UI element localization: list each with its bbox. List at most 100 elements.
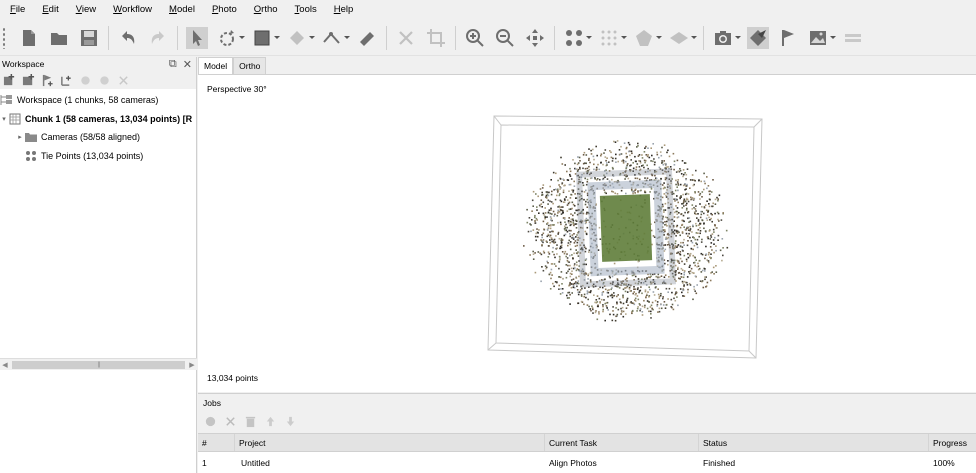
- zoom-in-icon[interactable]: [464, 27, 486, 49]
- delete-icon[interactable]: [395, 27, 417, 49]
- pointer-icon[interactable]: [186, 26, 208, 49]
- cancel-job-icon[interactable]: [223, 414, 237, 428]
- column-number[interactable]: #: [198, 434, 235, 451]
- move-up-icon[interactable]: [263, 414, 277, 428]
- rectangle-select-icon[interactable]: [251, 27, 273, 49]
- camera-icon[interactable]: [712, 27, 734, 49]
- polyline-dropdown[interactable]: [344, 27, 350, 49]
- workspace-panel-header: Workspace ⧉ ✕: [0, 57, 196, 71]
- tree-item-cameras[interactable]: ▸ Cameras (58/58 aligned): [0, 128, 196, 147]
- table-row[interactable]: 1 Untitled Align Photos Finished 100%: [198, 452, 976, 473]
- points-icon[interactable]: [563, 27, 585, 49]
- float-panel-icon[interactable]: ⧉: [169, 58, 177, 71]
- job-progress: 100%: [933, 457, 955, 468]
- close-panel-icon[interactable]: ✕: [183, 58, 192, 71]
- jobs-panel: Jobs # Project Current Task Status Progr…: [198, 393, 976, 473]
- chevron-right-icon[interactable]: ▸: [16, 133, 24, 141]
- jobs-panel-title: Jobs: [203, 397, 221, 408]
- tree-item-tie-points[interactable]: Tie Points (13,034 points): [0, 147, 196, 166]
- rotate-select-icon[interactable]: [216, 27, 238, 49]
- add-photos-icon[interactable]: [21, 73, 35, 87]
- tab-ortho[interactable]: Ortho: [233, 57, 267, 74]
- shape-dropdown[interactable]: [309, 27, 315, 49]
- point-cloud-scene: [487, 115, 763, 359]
- tree-item-workspace[interactable]: Workspace (1 chunks, 58 cameras): [0, 91, 196, 110]
- camera-dropdown[interactable]: [735, 27, 741, 49]
- menu-edit[interactable]: Edit: [42, 4, 58, 15]
- column-current-task[interactable]: Current Task: [545, 434, 699, 451]
- ruler-icon[interactable]: [356, 27, 378, 49]
- tree-item-chunk[interactable]: ▾ Chunk 1 (58 cameras, 13,034 points) [R: [0, 110, 196, 129]
- add-chunk-icon[interactable]: [2, 73, 16, 87]
- menu-help[interactable]: Help: [334, 4, 354, 15]
- toolbar-separator: [455, 25, 456, 50]
- main-toolbar: [0, 20, 976, 56]
- toolbar-separator: [703, 25, 704, 50]
- image-dropdown[interactable]: [830, 27, 836, 49]
- disable-icon[interactable]: [97, 73, 111, 87]
- folder-icon: [24, 131, 38, 143]
- menu-ortho[interactable]: Ortho: [254, 4, 278, 15]
- add-scalebar-icon[interactable]: [59, 73, 73, 87]
- textured-mesh-icon[interactable]: [668, 27, 690, 49]
- chevron-down-icon[interactable]: ▾: [0, 115, 8, 123]
- shape-icon[interactable]: [286, 27, 308, 49]
- mesh-icon[interactable]: [633, 27, 655, 49]
- view-tabs: Model Ortho: [198, 57, 976, 74]
- menu-file[interactable]: File: [10, 4, 25, 15]
- menu-view[interactable]: View: [76, 4, 96, 15]
- move-down-icon[interactable]: [283, 414, 297, 428]
- undo-icon[interactable]: [117, 27, 139, 49]
- layers-icon[interactable]: [842, 27, 864, 49]
- save-icon[interactable]: [78, 27, 100, 49]
- tab-model[interactable]: Model: [198, 57, 234, 74]
- flag-icon[interactable]: [777, 27, 799, 49]
- move-icon[interactable]: [524, 27, 546, 49]
- trash-icon[interactable]: [243, 414, 257, 428]
- points-dropdown[interactable]: [586, 27, 592, 49]
- toolbar-separator: [554, 25, 555, 50]
- tree-item-workspace-label: Workspace (1 chunks, 58 cameras): [17, 95, 159, 106]
- column-progress[interactable]: Progress: [929, 434, 976, 451]
- scroll-left-icon[interactable]: ◀: [0, 361, 10, 369]
- workspace-panel-title: Workspace: [2, 59, 45, 69]
- job-number: 1: [202, 457, 207, 468]
- menu-photo[interactable]: Photo: [212, 4, 237, 15]
- jobs-table: # Project Current Task Status Progress 1…: [198, 433, 976, 473]
- rectangle-select-dropdown[interactable]: [274, 27, 280, 49]
- menu-workflow[interactable]: Workflow: [113, 4, 152, 15]
- dense-points-dropdown[interactable]: [621, 27, 627, 49]
- show-cameras-icon[interactable]: [747, 26, 769, 49]
- workspace-toolbar: [0, 71, 196, 89]
- remove-icon[interactable]: [116, 73, 130, 87]
- polyline-icon[interactable]: [321, 27, 343, 49]
- crop-icon[interactable]: [425, 27, 447, 49]
- dense-points-icon[interactable]: [598, 27, 620, 49]
- enable-icon[interactable]: [78, 73, 92, 87]
- menu-tools[interactable]: Tools: [295, 4, 317, 15]
- scroll-right-icon[interactable]: ▶: [187, 361, 197, 369]
- stadium-field: [576, 168, 676, 288]
- new-document-icon[interactable]: [18, 27, 40, 49]
- projection-label: Perspective 30°: [207, 84, 267, 94]
- image-icon[interactable]: [807, 27, 829, 49]
- tree-item-cameras-label: Cameras (58/58 aligned): [41, 132, 141, 143]
- zoom-out-icon[interactable]: [494, 27, 516, 49]
- menu-model[interactable]: Model: [169, 4, 195, 15]
- workspace-horizontal-scrollbar[interactable]: ◀ ▶: [0, 358, 197, 370]
- rotate-select-dropdown[interactable]: [239, 27, 245, 49]
- textured-mesh-dropdown[interactable]: [691, 27, 697, 49]
- column-project[interactable]: Project: [235, 434, 545, 451]
- chunk-icon: [8, 113, 22, 125]
- mesh-dropdown[interactable]: [656, 27, 662, 49]
- redo-icon[interactable]: [147, 27, 169, 49]
- toolbar-grip[interactable]: [2, 26, 6, 49]
- open-folder-icon[interactable]: [48, 27, 70, 49]
- workspace-tree: Workspace (1 chunks, 58 cameras) ▾ Chunk…: [0, 89, 196, 165]
- model-viewport[interactable]: Perspective 30° 13,034 points: [198, 74, 976, 392]
- scrollbar-thumb[interactable]: [12, 360, 185, 369]
- job-task: Align Photos: [549, 457, 597, 468]
- column-status[interactable]: Status: [699, 434, 929, 451]
- pause-job-icon[interactable]: [203, 414, 217, 428]
- add-marker-icon[interactable]: [40, 73, 54, 87]
